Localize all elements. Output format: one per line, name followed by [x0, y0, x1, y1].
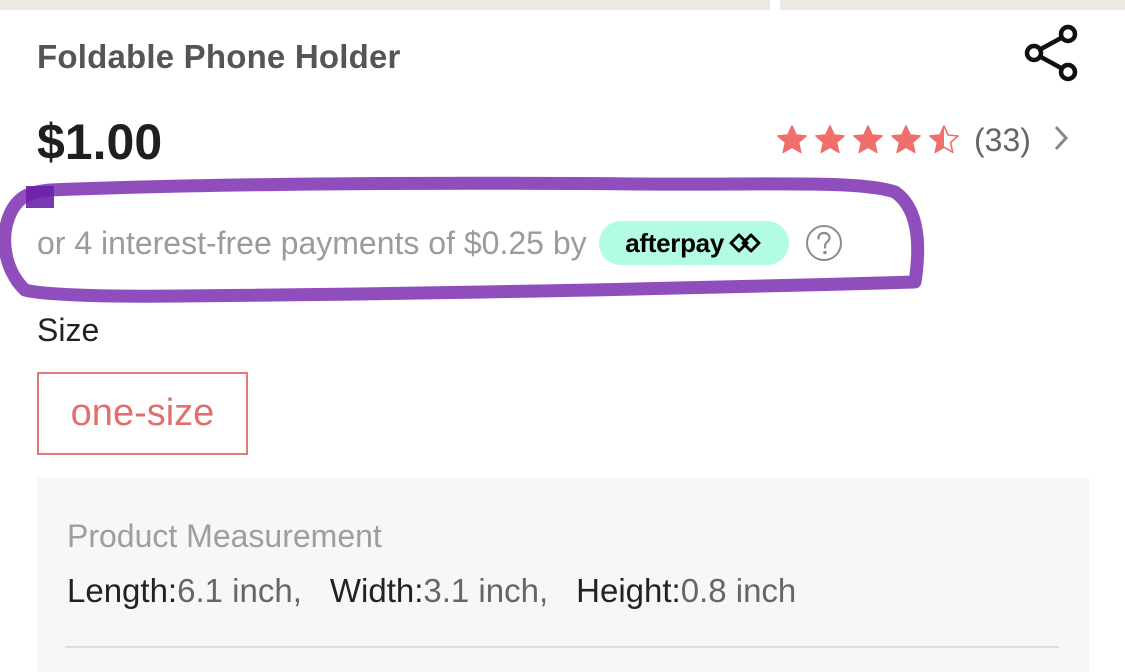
star-icon — [852, 124, 884, 156]
width-value: 3.1 inch, — [423, 572, 549, 609]
measurement-values: Length:6.1 inch, Width:3.1 inch, Height:0.… — [67, 572, 796, 610]
size-label: Size — [37, 312, 100, 348]
product-price: $1.00 — [37, 114, 163, 170]
share-icon — [1024, 24, 1078, 82]
width-label: Width: — [329, 572, 424, 609]
chevron-right-icon — [1053, 124, 1069, 157]
star-icon — [776, 124, 808, 156]
review-count: (33) — [974, 121, 1031, 158]
afterpay-text: or 4 interest-free payments of $0.25 by — [37, 224, 587, 261]
afterpay-installments: or 4 interest-free payments of $0.25 by … — [37, 218, 843, 268]
length-value: 6.1 inch, — [177, 572, 302, 609]
product-measurement-panel: Product Measurement Length:6.1 inch, Widt… — [37, 478, 1089, 672]
star-icon — [928, 124, 960, 156]
star-rating — [776, 124, 960, 156]
question-circle-icon — [805, 225, 842, 261]
product-title: Foldable Phone Holder — [37, 38, 401, 75]
length-label: Length: — [67, 572, 178, 609]
divider — [65, 646, 1059, 648]
share-button[interactable] — [1020, 22, 1082, 84]
star-icon — [814, 124, 846, 156]
top-image-strip-right — [780, 0, 1125, 10]
size-option-one-size[interactable]: one-size — [37, 372, 248, 455]
height-value: 0.8 inch — [680, 572, 797, 609]
afterpay-help-button[interactable] — [805, 224, 843, 262]
afterpay-badge-label: afterpay — [625, 227, 724, 258]
top-image-strip-left — [0, 0, 770, 10]
afterpay-badge: afterpay — [598, 221, 789, 265]
height-label: Height: — [576, 572, 681, 609]
afterpay-arrows-icon — [729, 233, 761, 253]
measurement-title: Product Measurement — [67, 518, 382, 554]
star-icon — [890, 124, 922, 156]
rating-summary[interactable]: (33) — [776, 118, 1069, 162]
